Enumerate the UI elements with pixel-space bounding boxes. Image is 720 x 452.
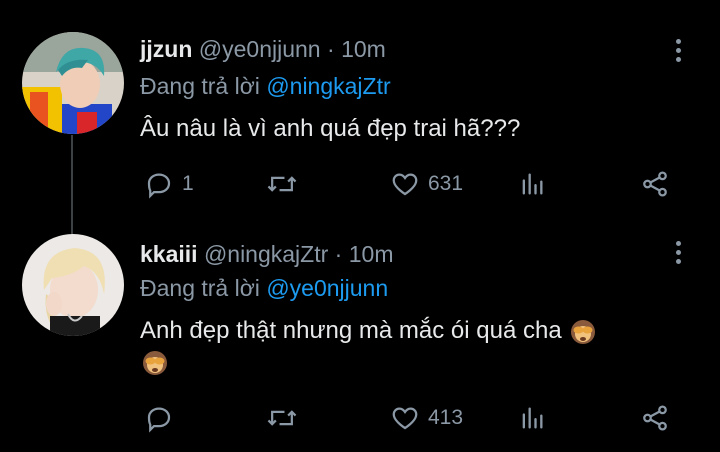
- user-handle[interactable]: @ye0njjunn: [199, 36, 321, 62]
- tweet-text: Anh đẹp thật nhưng mà mắc ói quá cha: [140, 315, 680, 378]
- replying-to: Đang trả lời @ningkajZtr: [140, 72, 391, 100]
- tweet-text: Âu nâu là vì anh quá đẹp trai hã???: [140, 115, 521, 142]
- mention-link[interactable]: @ningkajZtr: [266, 73, 390, 99]
- like-button[interactable]: 631: [390, 166, 463, 202]
- reply-button[interactable]: 1: [144, 166, 194, 202]
- like-button[interactable]: 413: [390, 400, 463, 436]
- retweet-icon: [267, 176, 297, 192]
- heart-icon: [392, 173, 418, 196]
- display-name[interactable]: kkaiii: [140, 241, 198, 267]
- heart-icon: [392, 407, 418, 430]
- reply-count: 1: [182, 172, 194, 195]
- more-vertical-icon[interactable]: [668, 238, 688, 268]
- share-icon: [643, 171, 667, 197]
- tweet-2[interactable]: kkaiii @ningkajZtr · 10m Đang trả lời @y…: [0, 225, 720, 452]
- replying-to-label: Đang trả lời: [140, 275, 260, 301]
- tweet-header: jjzun @ye0njjunn · 10m: [140, 35, 386, 63]
- see-no-evil-monkey-emoji: [143, 351, 167, 376]
- mention-link[interactable]: @ye0njjunn: [266, 275, 388, 301]
- separator-dot: ·: [327, 36, 335, 62]
- user-handle[interactable]: @ningkajZtr: [204, 241, 328, 267]
- see-no-evil-monkey-emoji: [571, 319, 596, 344]
- timestamp[interactable]: 10m: [341, 36, 386, 62]
- like-count: 413: [428, 406, 464, 429]
- share-icon: [643, 405, 667, 431]
- timestamp[interactable]: 10m: [349, 241, 394, 267]
- tweet-1[interactable]: jjzun @ye0njjunn · 10m Đang trả lời @nin…: [0, 0, 720, 225]
- share-button[interactable]: [640, 166, 670, 202]
- action-bar: 1 631: [140, 166, 680, 202]
- stats-icon: [522, 173, 543, 195]
- like-count: 631: [428, 172, 464, 195]
- tweet-header: kkaiii @ningkajZtr · 10m: [140, 240, 393, 268]
- more-vertical-icon[interactable]: [668, 36, 688, 66]
- retweet-button[interactable]: [266, 400, 306, 436]
- stats-button[interactable]: [518, 400, 546, 436]
- display-name[interactable]: jjzun: [140, 36, 192, 62]
- avatar[interactable]: [22, 32, 124, 134]
- retweet-icon: [267, 410, 297, 426]
- retweet-button[interactable]: [266, 166, 306, 202]
- action-bar: 413: [140, 400, 680, 436]
- reply-icon: [147, 407, 171, 433]
- separator-dot: ·: [334, 241, 343, 267]
- stats-icon: [522, 407, 543, 429]
- replying-to: Đang trả lời @ye0njjunn: [140, 274, 388, 302]
- reply-icon: [147, 173, 171, 199]
- stats-button[interactable]: [518, 166, 546, 202]
- reply-button[interactable]: [144, 400, 182, 436]
- avatar[interactable]: [22, 234, 124, 336]
- replying-to-label: Đang trả lời: [140, 73, 260, 99]
- tweet-text-body: Anh đẹp thật nhưng mà mắc ói quá cha: [140, 317, 562, 344]
- share-button[interactable]: [640, 400, 670, 436]
